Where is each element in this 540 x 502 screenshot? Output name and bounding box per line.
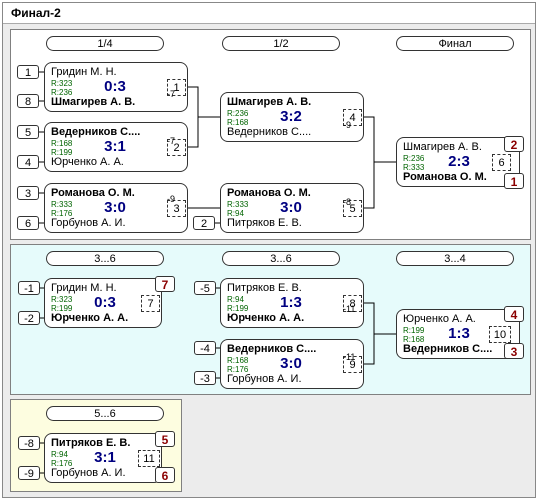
player-one-rating: R:199 bbox=[403, 326, 425, 335]
player-one-rating: R:236 bbox=[403, 154, 425, 163]
match-card[interactable]: Гридин М. Н. R:323 R:236 0:3 1 Шмагирев … bbox=[44, 62, 188, 112]
player-one-name: Ведерников С.... bbox=[51, 126, 141, 138]
seed-box: 2 bbox=[193, 216, 215, 230]
match-card[interactable]: Юрченко А. А. R:199 R:168 1:3 10 Ведерни… bbox=[396, 309, 520, 359]
seed-box: 8 bbox=[17, 94, 39, 108]
match-card[interactable]: Шмагирев А. В. R:236 R:168 3:2 4 Ведерни… bbox=[220, 92, 364, 142]
player-two-name: Юрченко А. А. bbox=[51, 312, 129, 324]
player-one-rating: R:323 bbox=[51, 295, 73, 304]
match-score: 0:3 bbox=[104, 78, 126, 95]
match-card[interactable]: Ведерников С.... R:168 R:199 3:1 2 Юрчен… bbox=[44, 122, 188, 172]
player-one-rating: R:94 bbox=[51, 450, 68, 459]
round-header-semifinal: 1/2 bbox=[222, 36, 340, 51]
player-one-rating: R:333 bbox=[227, 200, 249, 209]
match-score: 2:3 bbox=[448, 153, 470, 170]
player-two-name: Юрченко А. А. bbox=[227, 312, 305, 324]
round-header-final: Финал bbox=[396, 36, 514, 51]
player-one-rating: R:236 bbox=[227, 109, 249, 118]
place-badge: 7 bbox=[155, 276, 175, 292]
place-badge: 5 bbox=[155, 431, 175, 447]
loser-destination: -11 bbox=[343, 304, 356, 314]
match-card[interactable]: Романова О. М. R:333 R:94 3:0 5 Питряков… bbox=[220, 183, 364, 233]
player-two-name: Романова О. М. bbox=[403, 171, 487, 183]
round-header-consolation: 3...6 bbox=[46, 251, 164, 266]
player-two-name: Шмагирев А. В. bbox=[51, 96, 136, 108]
seed-box: -2 bbox=[18, 311, 40, 325]
player-two-name: Ведерников С.... bbox=[403, 343, 493, 355]
seed-box: -5 bbox=[194, 281, 216, 295]
seed-box: -8 bbox=[18, 436, 40, 450]
loser-destination: -7 bbox=[167, 136, 176, 146]
match-card[interactable]: Ведерников С.... R:168 R:176 3:0 9 Горбу… bbox=[220, 339, 364, 389]
player-one-name: Шмагирев А. В. bbox=[227, 96, 312, 108]
match-number: 10 bbox=[489, 326, 511, 343]
round-header-fifth-place: 5...6 bbox=[46, 406, 164, 421]
place-badge: 2 bbox=[504, 136, 524, 152]
seed-box: -4 bbox=[194, 341, 216, 355]
round-header-consolation: 3...6 bbox=[222, 251, 340, 266]
match-score: 3:2 bbox=[280, 108, 302, 125]
player-two-name: Питряков Е. В. bbox=[227, 217, 302, 229]
player-one-rating: R:168 bbox=[227, 356, 249, 365]
match-score: 3:1 bbox=[104, 138, 126, 155]
player-one-name: Юрченко А. А. bbox=[403, 313, 476, 325]
match-card[interactable]: Шмагирев А. В. R:236 R:333 2:3 6 Романов… bbox=[396, 137, 520, 187]
player-one-name: Гридин М. Н. bbox=[51, 66, 117, 78]
player-one-rating: R:168 bbox=[51, 139, 73, 148]
player-one-name: Романова О. М. bbox=[227, 187, 311, 199]
seed-box: 5 bbox=[17, 125, 39, 139]
place-badge: 6 bbox=[155, 467, 175, 483]
player-two-name: Горбунов А. И. bbox=[227, 373, 302, 385]
player-one-name: Шмагирев А. В. bbox=[403, 141, 482, 153]
match-number: 7 bbox=[141, 295, 160, 312]
match-score: 3:0 bbox=[104, 199, 126, 216]
player-two-name: Горбунов А. И. bbox=[51, 217, 126, 229]
loser-destination: -9 bbox=[167, 194, 176, 204]
seed-box: 6 bbox=[17, 216, 39, 230]
place-badge: 3 bbox=[504, 343, 524, 359]
player-one-name: Ведерников С.... bbox=[227, 343, 317, 355]
match-number: 6 bbox=[492, 154, 511, 171]
place-badge: 4 bbox=[504, 306, 524, 322]
player-two-name: Юрченко А. А. bbox=[51, 156, 124, 168]
match-card[interactable]: Гридин М. Н. R:323 R:199 0:3 7 Юрченко А… bbox=[44, 278, 162, 328]
seed-box: 1 bbox=[17, 65, 39, 79]
round-header-quarterfinal: 1/4 bbox=[46, 36, 164, 51]
match-score: 1:3 bbox=[280, 294, 302, 311]
match-score: 3:1 bbox=[94, 449, 116, 466]
player-one-rating: R:94 bbox=[227, 295, 244, 304]
seed-box: 3 bbox=[17, 186, 39, 200]
seed-box: -9 bbox=[18, 466, 40, 480]
player-one-name: Гридин М. Н. bbox=[51, 282, 117, 294]
player-two-name: Ведерников С.... bbox=[227, 126, 312, 138]
seed-box: -3 bbox=[194, 371, 216, 385]
loser-destination: -11 bbox=[343, 352, 356, 362]
loser-destination: -9 bbox=[343, 120, 352, 130]
player-one-name: Питряков Е. В. bbox=[227, 282, 302, 294]
seed-box: 4 bbox=[17, 155, 39, 169]
match-card[interactable]: Питряков Е. В. R:94 R:199 1:3 8 Юрченко … bbox=[220, 278, 364, 328]
match-score: 0:3 bbox=[94, 294, 116, 311]
loser-destination: -7 bbox=[167, 89, 176, 99]
player-one-name: Питряков Е. В. bbox=[51, 437, 131, 449]
place-badge: 1 bbox=[504, 173, 524, 189]
loser-destination: -8 bbox=[343, 197, 352, 207]
match-number: 11 bbox=[138, 450, 160, 467]
player-two-name: Горбунов А. И. bbox=[51, 467, 126, 479]
player-one-rating: R:333 bbox=[51, 200, 73, 209]
seed-box: -1 bbox=[18, 281, 40, 295]
round-header-third-place: 3...4 bbox=[396, 251, 514, 266]
match-card[interactable]: Питряков Е. В. R:94 R:176 3:1 11 Горбуно… bbox=[44, 433, 162, 483]
match-score: 3:0 bbox=[280, 199, 302, 216]
match-score: 1:3 bbox=[448, 325, 470, 342]
match-card[interactable]: Романова О. М. R:333 R:176 3:0 3 Горбуно… bbox=[44, 183, 188, 233]
player-one-name: Романова О. М. bbox=[51, 187, 135, 199]
match-score: 3:0 bbox=[280, 355, 302, 372]
player-one-rating: R:323 bbox=[51, 79, 73, 88]
